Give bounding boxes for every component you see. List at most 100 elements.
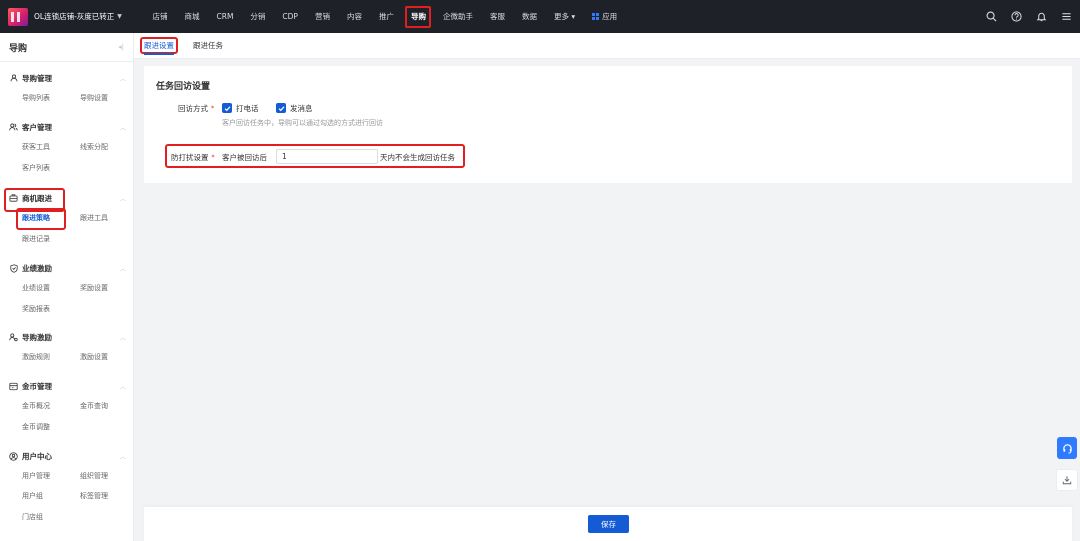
- sidebar: 导购 ◂| 导购管理 ︿ 导购列表 导购设置 客户管理 ︿ 获客工具 线索分配 …: [0, 33, 134, 541]
- sidebar-item-acquire-tools[interactable]: 获客工具: [22, 142, 50, 152]
- sidebar-item-coin-overview[interactable]: 金币概况: [22, 401, 50, 411]
- sidebar-item-follow-tools[interactable]: 跟进工具: [80, 213, 108, 223]
- bell-icon[interactable]: [1036, 11, 1047, 22]
- user-circle-icon: [9, 451, 18, 461]
- nav-item-crm[interactable]: CRM: [208, 0, 242, 33]
- nav-item-kefu[interactable]: 客服: [481, 0, 513, 33]
- dnd-label: 防打扰设置 *: [171, 152, 215, 163]
- dnd-days-input[interactable]: 1: [276, 149, 378, 164]
- menu-icon[interactable]: [1061, 11, 1072, 22]
- checkbox-phone-label[interactable]: 打电话: [236, 103, 259, 114]
- shield-icon: [9, 263, 18, 273]
- help-icon[interactable]: [1011, 11, 1022, 22]
- nav-item-dianpu[interactable]: 店铺: [144, 0, 176, 33]
- nav-item-tuiguang[interactable]: 推广: [370, 0, 402, 33]
- nav-item-fenxiao[interactable]: 分销: [242, 0, 274, 33]
- caret-down-icon: ▼: [117, 13, 122, 20]
- sidebar-group-header[interactable]: 导购管理 ︿: [0, 71, 134, 85]
- sidebar-item-reward-report[interactable]: 奖励报表: [22, 304, 50, 314]
- visit-method-hint: 客户回访任务中，导购可以通过勾选的方式进行回访: [222, 119, 383, 127]
- apps-grid-icon: [592, 13, 600, 20]
- sidebar-item-tag-manage[interactable]: 标签管理: [80, 491, 108, 501]
- sidebar-group-label: 业绩激励: [22, 263, 52, 273]
- dnd-label-text: 防打扰设置: [171, 153, 209, 162]
- shop-logo: [8, 7, 28, 26]
- sidebar-group-header[interactable]: 业绩激励 ︿: [0, 261, 134, 275]
- highlight-box: [140, 37, 178, 54]
- checkbox-message[interactable]: [276, 103, 286, 113]
- user-group-icon: [9, 332, 18, 342]
- sidebar-item-coin-query[interactable]: 金币查询: [80, 401, 108, 411]
- nav-item-neirong[interactable]: 内容: [338, 0, 370, 33]
- sidebar-item-guide-list[interactable]: 导购列表: [22, 93, 50, 103]
- sidebar-item-store-group[interactable]: 门店组: [22, 512, 43, 522]
- check-icon: [224, 105, 230, 111]
- sidebar-group-header[interactable]: 商机跟进 ︿: [0, 188, 134, 212]
- collapse-icon[interactable]: ◂|: [118, 43, 124, 51]
- dnd-prefix: 客户被回访后: [222, 153, 267, 162]
- highlight-box: [405, 6, 432, 28]
- sidebar-group-header[interactable]: 导购激励 ︿: [0, 330, 134, 344]
- chevron-up-icon: ︿: [119, 196, 126, 203]
- sidebar-title: 导购: [9, 43, 28, 54]
- headset-icon: [1062, 443, 1072, 454]
- required-mark: *: [211, 154, 215, 161]
- nav-item-more[interactable]: 更多 ▾: [545, 0, 583, 33]
- nav-item-cdp[interactable]: CDP: [274, 0, 307, 33]
- nav-item-qiwei[interactable]: 企微助手: [434, 0, 481, 33]
- sidebar-item-user-group[interactable]: 用户组: [22, 491, 43, 501]
- sidebar-item-incentive-settings[interactable]: 激励设置: [80, 352, 108, 362]
- shop-switcher[interactable]: OL连锁店铺-灰度已转正 ▼: [0, 0, 140, 33]
- sidebar-group-header[interactable]: 客户管理 ︿: [0, 120, 134, 134]
- sidebar-item-coin-adjust[interactable]: 金币调整: [22, 422, 50, 432]
- visit-settings-card: 任务回访设置 回访方式 * 打电话 发消息 客户回访任务中，导购可以通过勾选的方式…: [144, 66, 1072, 183]
- sidebar-item-incentive-rules[interactable]: 激励规则: [22, 352, 50, 362]
- chevron-up-icon: ︿: [119, 335, 126, 342]
- sidebar-item-user-manage[interactable]: 用户管理: [22, 471, 50, 481]
- sidebar-group-header[interactable]: 用户中心 ︿: [0, 449, 134, 463]
- visit-method-label: 回访方式 *: [178, 103, 214, 114]
- sidebar-group-label: 商机跟进: [22, 193, 52, 203]
- sidebar-group-label: 用户中心: [22, 451, 52, 461]
- card-title: 任务回访设置: [156, 82, 211, 92]
- download-button[interactable]: [1056, 469, 1078, 491]
- users-icon: [9, 123, 18, 132]
- checkbox-phone[interactable]: [222, 103, 232, 113]
- nav-item-shangcheng[interactable]: 商城: [176, 0, 208, 33]
- main-nav: 店铺 商城 CRM 分销 CDP 营销 内容 推广 导购 企微助手 客服 数据 …: [144, 0, 626, 33]
- visit-method-label-text: 回访方式: [178, 104, 208, 113]
- sidebar-group-performance: 业绩激励 ︿ 业绩设置 奖励设置 奖励报表: [0, 261, 134, 313]
- sidebar-group-label: 金币管理: [22, 381, 52, 391]
- tab-follow-tasks[interactable]: 跟进任务: [193, 33, 223, 59]
- nav-item-daogou[interactable]: 导购: [402, 0, 434, 33]
- sidebar-item-follow-strategy[interactable]: 跟进策略: [16, 208, 66, 230]
- checkbox-message-label[interactable]: 发消息: [290, 103, 313, 114]
- download-icon: [1062, 476, 1072, 485]
- nav-item-apps[interactable]: 应用: [584, 0, 626, 33]
- sidebar-item-follow-records[interactable]: 跟进记录: [22, 234, 50, 244]
- sidebar-item-customer-list[interactable]: 客户列表: [22, 163, 50, 173]
- sidebar-group-guide-incentive: 导购激励 ︿ 激励规则 激励设置: [0, 330, 134, 361]
- coin-icon: [9, 382, 18, 391]
- sidebar-item-guide-settings[interactable]: 导购设置: [80, 93, 108, 103]
- sidebar-item-reward-settings[interactable]: 奖励设置: [80, 283, 108, 293]
- customer-service-button[interactable]: [1057, 437, 1077, 459]
- page-tabs: 跟进设置 跟进任务: [134, 33, 1080, 59]
- briefcase-icon: [9, 194, 18, 203]
- tab-follow-settings[interactable]: 跟进设置: [140, 33, 178, 59]
- sidebar-group-header[interactable]: 金币管理 ︿: [0, 379, 134, 393]
- nav-item-shuju[interactable]: 数据: [513, 0, 545, 33]
- sidebar-group-opportunity: 商机跟进 ︿ 跟进策略 跟进工具 跟进记录: [0, 188, 134, 243]
- sidebar-group-label: 导购管理: [22, 73, 52, 83]
- check-icon: [278, 105, 284, 111]
- sidebar-group-guide-manage: 导购管理 ︿ 导购列表 导购设置: [0, 71, 134, 102]
- chevron-up-icon: ︿: [119, 266, 126, 273]
- nav-item-yingxiao[interactable]: 营销: [306, 0, 338, 33]
- sidebar-item-perf-settings[interactable]: 业绩设置: [22, 283, 50, 293]
- sidebar-item-lead-assign[interactable]: 线索分配: [80, 142, 108, 152]
- search-icon[interactable]: [986, 11, 997, 22]
- nav-item-apps-label: 应用: [602, 12, 618, 21]
- save-button[interactable]: 保存: [588, 515, 629, 533]
- top-actions: [986, 0, 1072, 33]
- sidebar-item-org-manage[interactable]: 组织管理: [80, 471, 108, 481]
